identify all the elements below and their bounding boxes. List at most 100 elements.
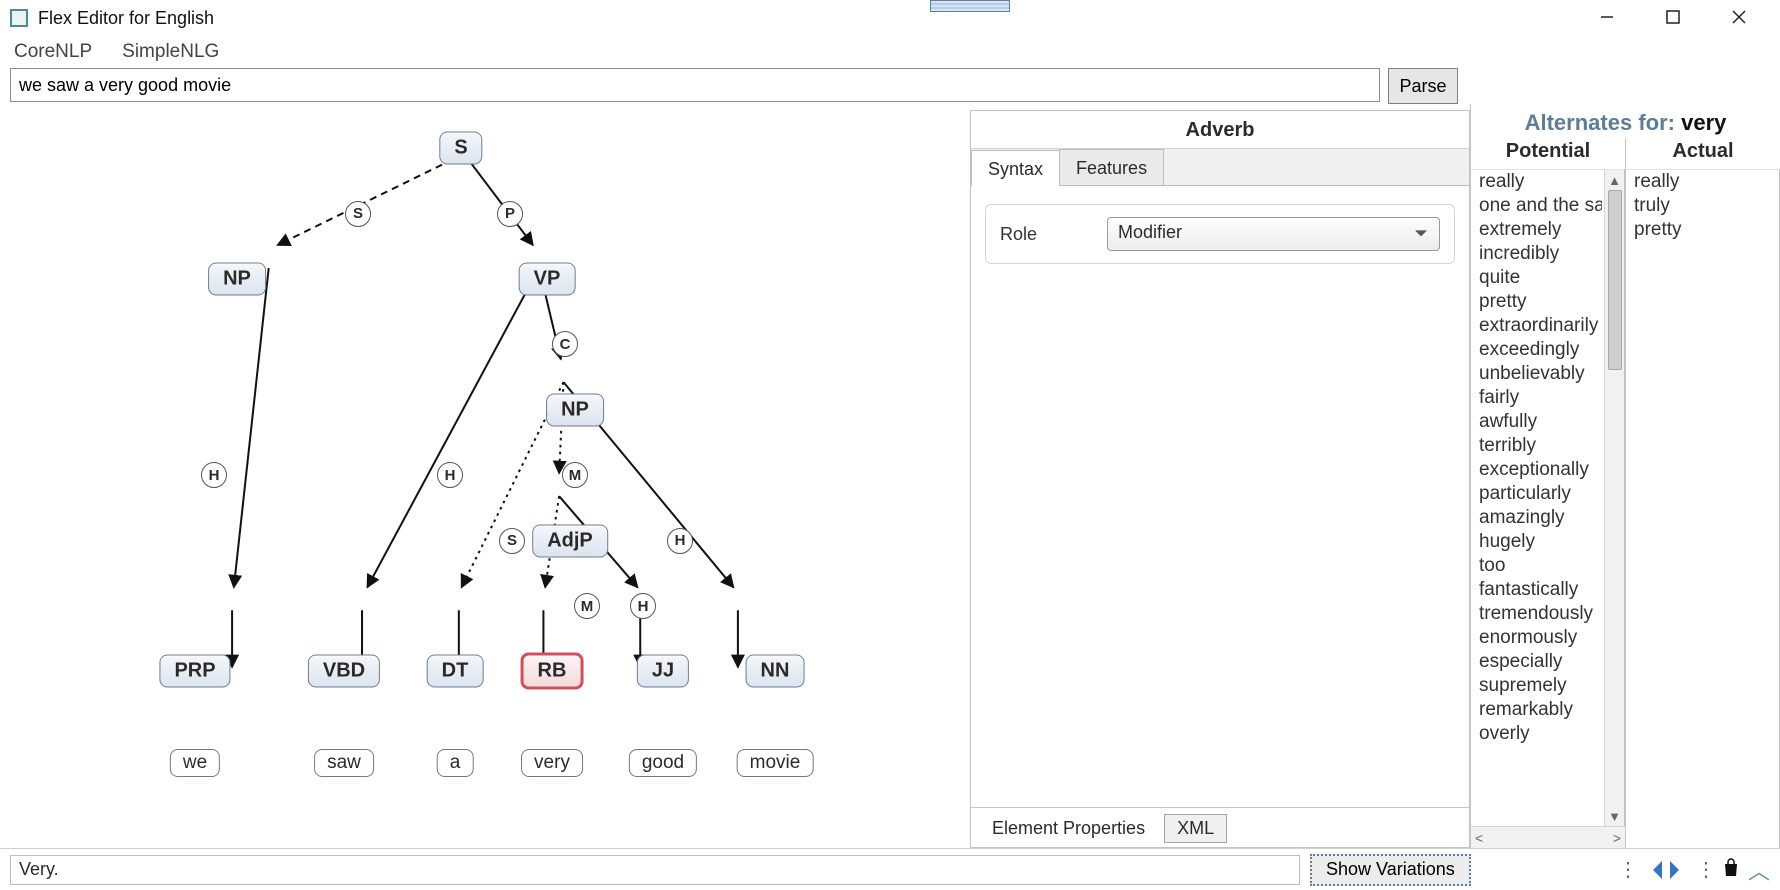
grip-dots-icon[interactable]: ⋮ — [1618, 857, 1636, 882]
close-button[interactable] — [1706, 0, 1772, 34]
tree-word-we[interactable]: we — [170, 749, 220, 777]
potential-list[interactable]: reallyone and the sameextremelyincredibl… — [1471, 169, 1625, 826]
potential-item[interactable]: incredibly — [1471, 242, 1602, 266]
sentence-input[interactable] — [10, 68, 1380, 102]
tree-node-dt[interactable]: DT — [427, 655, 484, 688]
actual-item[interactable]: really — [1626, 170, 1779, 194]
tree-node-prp[interactable]: PRP — [159, 655, 230, 688]
potential-item[interactable]: really — [1471, 170, 1602, 194]
tree-word-saw[interactable]: saw — [314, 749, 374, 777]
potential-item[interactable]: especially — [1471, 650, 1602, 674]
title-bar: Flex Editor for English — [0, 0, 1780, 36]
menu-simplenlg[interactable]: SimpleNLG — [122, 41, 219, 63]
properties-panel: Adverb Syntax Features Role Modifier Ele… — [970, 110, 1470, 848]
potential-item[interactable]: exceedingly — [1471, 338, 1602, 362]
potential-item[interactable]: overly — [1471, 722, 1602, 746]
tree-node-rb[interactable]: RB — [521, 653, 584, 690]
alternates-header: Alternates for: very — [1471, 104, 1780, 138]
actual-item[interactable]: pretty — [1626, 218, 1779, 242]
potential-item[interactable]: particularly — [1471, 482, 1602, 506]
potential-item[interactable]: too — [1471, 554, 1602, 578]
tree-node-vbd[interactable]: VBD — [308, 655, 380, 688]
potential-item[interactable]: terribly — [1471, 434, 1602, 458]
potential-item[interactable]: hugely — [1471, 530, 1602, 554]
tree-word-very[interactable]: very — [521, 749, 583, 777]
edge-label-e_np1_prp: H — [201, 462, 227, 488]
bag-icon[interactable] — [1722, 857, 1740, 883]
edge-label-e_np2_nn: H — [667, 528, 693, 554]
menu-bar: CoreNLP SimpleNLG — [0, 36, 1780, 68]
actual-item[interactable]: truly — [1626, 194, 1779, 218]
scroll-down-icon[interactable]: ▼ — [1605, 806, 1624, 826]
tab-syntax[interactable]: Syntax — [971, 150, 1060, 186]
window-controls — [1574, 0, 1772, 34]
tab-syntax-body: Role Modifier — [971, 186, 1469, 807]
menu-corenlp[interactable]: CoreNLP — [14, 41, 92, 63]
edge-label-e_s_vp: P — [497, 201, 523, 227]
edge-label-e_vp_np2: C — [552, 331, 578, 357]
scroll-up-icon[interactable]: ▲ — [1605, 170, 1624, 190]
tree-word-movie[interactable]: movie — [737, 749, 814, 777]
potential-item[interactable]: enormously — [1471, 626, 1602, 650]
hscroll-right-icon[interactable]: > — [1613, 830, 1621, 846]
potential-header: Potential — [1471, 138, 1625, 169]
alternates-header-prefix: Alternates for: — [1525, 110, 1675, 135]
tree-node-s[interactable]: S — [439, 132, 482, 165]
alternates-header-word: very — [1681, 110, 1726, 135]
tree-word-a[interactable]: a — [437, 749, 474, 777]
chevron-up-icon[interactable]: ︿ — [1748, 854, 1770, 886]
bottom-tab-xml[interactable]: XML — [1164, 814, 1227, 843]
tree-node-adjp[interactable]: AdjP — [532, 524, 608, 557]
hscroll-left-icon[interactable]: < — [1475, 830, 1483, 846]
potential-item[interactable]: supremely — [1471, 674, 1602, 698]
edge-label-e_adjp_jj: H — [630, 593, 656, 619]
bottom-tab-element[interactable]: Element Properties — [979, 814, 1158, 843]
potential-item[interactable]: pretty — [1471, 290, 1602, 314]
tab-features[interactable]: Features — [1059, 149, 1164, 185]
potential-item[interactable]: one and the same — [1471, 194, 1602, 218]
parse-tree-canvas[interactable]: S NP VP NP AdjP PRP VBD DT RB JJ NN we saw a very good m… — [0, 104, 970, 848]
potential-item[interactable]: fairly — [1471, 386, 1602, 410]
tree-node-np1[interactable]: NP — [208, 262, 266, 295]
tab-grip[interactable] — [930, 0, 1010, 12]
role-select[interactable]: Modifier — [1107, 217, 1440, 251]
potential-item[interactable]: tremendously — [1471, 602, 1602, 626]
properties-bottom-tabs: Element Properties XML — [971, 807, 1469, 847]
tree-node-np2[interactable]: NP — [546, 393, 604, 426]
window-title: Flex Editor for English — [38, 8, 214, 29]
show-variations-button[interactable]: Show Variations — [1310, 854, 1471, 886]
potential-scrollbar[interactable]: ▲ ▼ — [1604, 170, 1624, 826]
edge-label-e_s_np1: S — [345, 201, 371, 227]
minimize-button[interactable] — [1574, 0, 1640, 34]
status-bar: Very. Show Variations ⋮ ⋮ ︿ — [0, 848, 1780, 890]
potential-item[interactable]: fantastically — [1471, 578, 1602, 602]
tree-node-nn[interactable]: NN — [746, 655, 805, 688]
next-icon[interactable] — [1670, 861, 1688, 879]
edge-label-e_np2_adjp: M — [562, 462, 588, 488]
potential-column: Potential reallyone and the sameextremel… — [1471, 138, 1625, 848]
actual-list[interactable]: reallytrulypretty — [1626, 169, 1780, 848]
potential-item[interactable]: exceptionally — [1471, 458, 1602, 482]
parse-button[interactable]: Parse — [1388, 68, 1458, 104]
potential-item[interactable]: remarkably — [1471, 698, 1602, 722]
potential-hscroll[interactable]: < > — [1471, 826, 1625, 848]
potential-item[interactable]: quite — [1471, 266, 1602, 290]
tree-node-vp[interactable]: VP — [519, 262, 576, 295]
potential-item[interactable]: extremely — [1471, 218, 1602, 242]
grip-dots-icon-2[interactable]: ⋮ — [1696, 857, 1714, 882]
prev-icon[interactable] — [1644, 861, 1662, 879]
actual-header: Actual — [1626, 138, 1780, 169]
scroll-thumb[interactable] — [1608, 190, 1622, 370]
role-label: Role — [1000, 224, 1037, 245]
maximize-button[interactable] — [1640, 0, 1706, 34]
potential-item[interactable]: extraordinarily — [1471, 314, 1602, 338]
potential-item[interactable]: unbelievably — [1471, 362, 1602, 386]
potential-item[interactable]: awfully — [1471, 410, 1602, 434]
status-text: Very. — [10, 855, 1300, 885]
app-icon — [10, 9, 28, 27]
tree-word-good[interactable]: good — [629, 749, 697, 777]
potential-item[interactable]: amazingly — [1471, 506, 1602, 530]
role-row: Role Modifier — [985, 204, 1455, 264]
properties-title: Adverb — [971, 111, 1469, 149]
tree-node-jj[interactable]: JJ — [637, 655, 689, 688]
